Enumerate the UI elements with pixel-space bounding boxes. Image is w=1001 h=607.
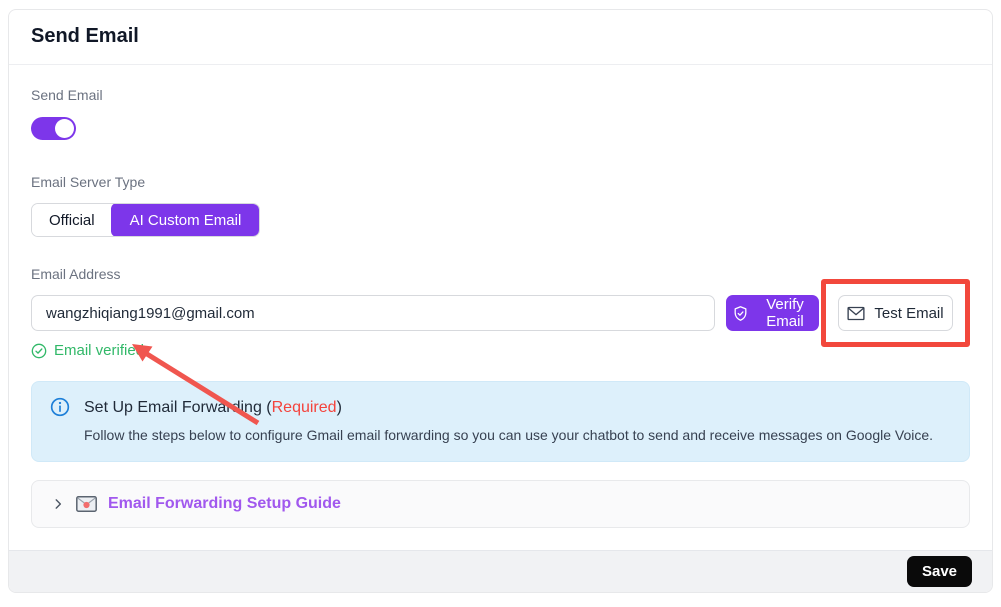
- required-label: Required: [272, 399, 337, 416]
- guide-accordion-label: Email Forwarding Setup Guide: [108, 495, 341, 513]
- send-email-toggle[interactable]: [31, 117, 76, 140]
- server-type-segmented-control: Official AI Custom Email: [31, 203, 260, 237]
- test-email-button[interactable]: Test Email: [838, 295, 953, 331]
- test-email-label: Test Email: [874, 305, 943, 322]
- page-title: Send Email: [31, 25, 970, 48]
- info-title-row: Set Up Email Forwarding (Required): [50, 397, 951, 418]
- info-title-close: ): [337, 399, 342, 416]
- info-title-text: Set Up Email Forwarding (: [84, 399, 272, 416]
- check-circle-icon: [31, 343, 47, 359]
- envelope-icon: [847, 306, 865, 321]
- email-input-row: Verify Email Test Email: [31, 295, 970, 331]
- save-button[interactable]: Save: [907, 556, 972, 587]
- email-verified-text: Email verified: [54, 342, 144, 359]
- info-circle-icon: [50, 397, 70, 417]
- server-type-label: Email Server Type: [31, 174, 970, 191]
- email-emoji-icon: [76, 496, 97, 512]
- verify-email-label: Verify Email: [757, 296, 813, 330]
- email-forwarding-guide-accordion[interactable]: Email Forwarding Setup Guide: [31, 480, 970, 528]
- verify-email-button[interactable]: Verify Email: [726, 295, 819, 331]
- panel-body: Send Email Email Server Type Official AI…: [9, 65, 992, 550]
- panel-footer: Save: [9, 550, 992, 592]
- send-email-panel: Send Email Send Email Email Server Type …: [8, 9, 993, 593]
- email-forwarding-info-box: Set Up Email Forwarding (Required) Follo…: [31, 381, 970, 462]
- toggle-knob: [55, 119, 74, 138]
- info-box-title: Set Up Email Forwarding (Required): [84, 397, 342, 418]
- send-email-toggle-label: Send Email: [31, 87, 970, 104]
- segment-ai-custom-email[interactable]: AI Custom Email: [111, 203, 261, 237]
- shield-check-icon: [732, 305, 749, 322]
- info-box-description: Follow the steps below to configure Gmai…: [84, 427, 951, 444]
- red-highlight-annotation: Test Email: [821, 279, 970, 347]
- chevron-right-icon[interactable]: [51, 497, 65, 511]
- segment-official[interactable]: Official: [32, 204, 112, 236]
- panel-header: Send Email: [9, 10, 992, 65]
- email-address-input[interactable]: [31, 295, 715, 331]
